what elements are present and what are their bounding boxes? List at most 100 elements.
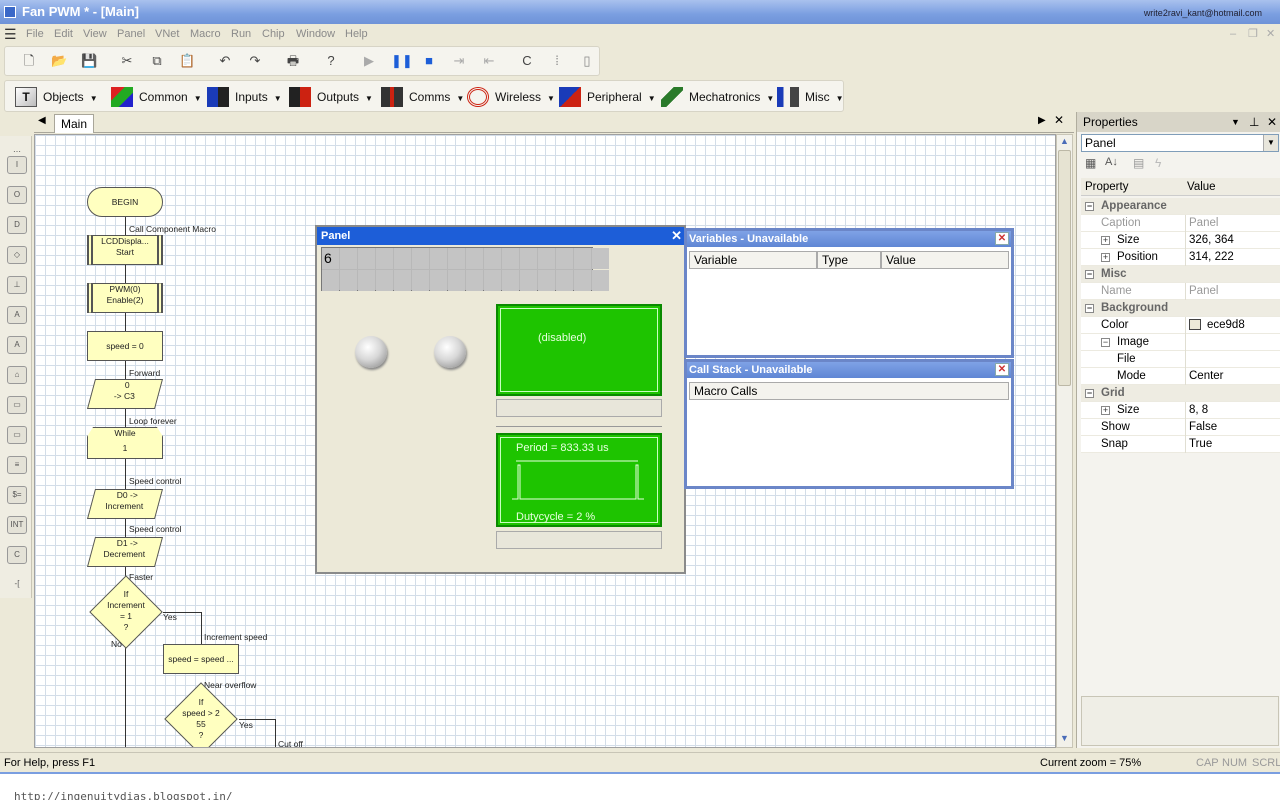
sort-az-icon[interactable]: A↓ — [1105, 156, 1118, 168]
pause-icon[interactable]: ❚❚ — [391, 53, 413, 69]
paste-icon[interactable]: 📋 — [179, 53, 195, 69]
property-row[interactable]: − Grid — [1081, 385, 1280, 402]
output-c3-block[interactable]: 0 -> C3 — [86, 379, 164, 409]
pane-dropdown-icon[interactable]: ▼ — [1231, 112, 1240, 132]
property-row[interactable]: Show False — [1081, 419, 1280, 436]
property-value[interactable]: ece9d8 — [1185, 317, 1245, 334]
panel-close-icon[interactable]: ✕ — [671, 227, 682, 245]
property-row[interactable]: + Position 314, 222 — [1081, 249, 1280, 266]
speed-increment-calc[interactable]: speed = speed ... — [163, 644, 239, 674]
cut-icon[interactable]: ✂ — [119, 53, 135, 69]
macro-call-icon[interactable]: ▭ — [7, 396, 27, 414]
property-value[interactable]: True — [1185, 436, 1212, 453]
expand-icon[interactable]: + — [1101, 236, 1110, 245]
property-row[interactable]: Mode Center — [1081, 368, 1280, 385]
help-pointer-icon[interactable]: ? — [323, 53, 339, 69]
property-value[interactable]: False — [1185, 419, 1217, 436]
d0-input-block[interactable]: D0 -> Increment — [86, 489, 164, 519]
property-pages-icon[interactable]: ▤ — [1133, 156, 1144, 170]
scroll-down-icon[interactable]: ▼ — [1060, 733, 1069, 743]
chevron-down-icon[interactable]: ▼ — [1263, 135, 1278, 151]
col-variable[interactable]: Variable — [689, 251, 817, 269]
callstack-titlebar[interactable]: Call Stack - Unavailable ✕ — [687, 362, 1011, 378]
tab-scroll-left-icon[interactable]: ◀ — [38, 115, 46, 126]
menu-edit[interactable]: Edit — [54, 24, 73, 44]
tab-main[interactable]: Main — [54, 114, 94, 133]
panel-titlebar[interactable]: Panel ✕ — [317, 227, 684, 245]
window-titlebar[interactable]: Fan PWM * - [Main] write2ravi_kant@hotma… — [0, 0, 1280, 24]
misc-button[interactable]: Misc ▼ — [775, 85, 844, 109]
panel-window[interactable]: Panel ✕ 6 (disabled) Period = 833.33 us … — [315, 225, 686, 574]
component-call-icon[interactable]: ▭ — [7, 426, 27, 444]
peripheral-button[interactable]: Peripheral ▼ — [557, 85, 656, 109]
c-code-icon[interactable]: C — [7, 546, 27, 564]
loop-icon[interactable]: ⌂ — [7, 366, 27, 384]
pane-close-icon[interactable]: ✕ — [1267, 112, 1277, 132]
new-file-icon[interactable]: 🗋 — [21, 53, 37, 69]
collapse-icon[interactable]: − — [1085, 270, 1094, 279]
compile-c-icon[interactable]: C — [519, 53, 535, 69]
callstack-close-icon[interactable]: ✕ — [995, 363, 1009, 376]
if-increment-decision[interactable]: If Increment = 1? — [89, 575, 163, 649]
comment-icon[interactable]: -[ — [7, 576, 27, 594]
string-calc-icon[interactable]: $= — [7, 486, 27, 504]
mechatronics-button[interactable]: Mechatronics ▼ — [659, 85, 774, 109]
menu-file[interactable]: File — [26, 24, 44, 44]
col-value[interactable]: Value — [881, 251, 1009, 269]
chip-program-icon[interactable]: ▯ — [579, 53, 595, 69]
menu-panel[interactable]: Panel — [117, 24, 145, 44]
save-icon[interactable]: 💾 — [81, 53, 97, 69]
property-value[interactable]: 314, 222 — [1185, 249, 1234, 266]
menu-window[interactable]: Window — [296, 24, 335, 44]
delay-icon[interactable]: D — [7, 216, 27, 234]
tab-close-icon[interactable]: ✕ — [1054, 113, 1064, 127]
collapse-icon[interactable]: − — [1085, 202, 1094, 211]
input-icon[interactable]: I — [7, 156, 27, 174]
menu-run[interactable]: Run — [231, 24, 251, 44]
begin-terminator[interactable]: BEGIN — [87, 187, 163, 217]
property-row[interactable]: − Appearance — [1081, 198, 1280, 215]
objects-button[interactable]: T Objects ▼ — [13, 85, 98, 109]
tab-scroll-right-icon[interactable]: ▶ — [1038, 115, 1046, 126]
collapse-icon[interactable]: − — [1101, 338, 1110, 347]
property-value[interactable]: 326, 364 — [1185, 232, 1234, 249]
property-value[interactable]: Center — [1185, 368, 1224, 385]
menu-chip[interactable]: Chip — [262, 24, 285, 44]
property-value[interactable] — [1185, 334, 1189, 351]
comms-button[interactable]: Comms ▼ — [379, 85, 464, 109]
pin-icon[interactable]: ⊥ — [1249, 112, 1259, 132]
property-row[interactable]: File — [1081, 351, 1280, 368]
blog-link[interactable]: http://ingenuitydias.blogspot.in/ — [14, 790, 233, 800]
menu-macro[interactable]: Macro — [190, 24, 221, 44]
pwm-enable-block[interactable]: PWM(0) Enable(2) — [87, 283, 163, 313]
property-value[interactable]: Panel — [1185, 283, 1218, 300]
print-icon[interactable]: 🖶 — [285, 53, 301, 69]
interrupt-icon[interactable]: INT — [7, 516, 27, 534]
run-icon[interactable]: ▶ — [361, 53, 377, 69]
variables-titlebar[interactable]: Variables - Unavailable ✕ — [687, 231, 1011, 247]
mdi-restore-icon[interactable]: ❐ — [1248, 24, 1258, 44]
copy-icon[interactable]: ⧉ — [149, 53, 165, 69]
menu-help[interactable]: Help — [345, 24, 368, 44]
col-macro-calls[interactable]: Macro Calls — [689, 382, 1009, 400]
mdi-minimize-icon[interactable]: – — [1230, 24, 1236, 44]
property-row[interactable]: Name Panel — [1081, 283, 1280, 300]
speed-init-block[interactable]: speed = 0 — [87, 331, 163, 361]
open-folder-icon[interactable]: 📂 — [51, 53, 67, 69]
wireless-button[interactable]: Wireless ▼ — [465, 85, 555, 109]
callstack-window[interactable]: Call Stack - Unavailable ✕ Macro Calls — [684, 359, 1014, 489]
calculation-icon[interactable]: ≡ — [7, 456, 27, 474]
decrement-push-button[interactable] — [434, 336, 466, 368]
property-row[interactable]: Snap True — [1081, 436, 1280, 453]
property-row[interactable]: − Misc — [1081, 266, 1280, 283]
compile-hex-icon[interactable]: ⁞ — [549, 53, 565, 69]
expand-icon[interactable]: + — [1101, 406, 1110, 415]
scrollbar-thumb[interactable] — [1058, 150, 1071, 386]
collapse-icon[interactable]: − — [1085, 389, 1094, 398]
goto-icon[interactable]: A — [7, 336, 27, 354]
object-selector[interactable]: Panel ▼ — [1081, 134, 1279, 152]
redo-icon[interactable]: ↷ — [247, 53, 263, 69]
step-over-icon[interactable]: ⇤ — [481, 53, 497, 69]
stop-icon[interactable]: ■ — [421, 53, 437, 69]
col-type[interactable]: Type — [817, 251, 881, 269]
